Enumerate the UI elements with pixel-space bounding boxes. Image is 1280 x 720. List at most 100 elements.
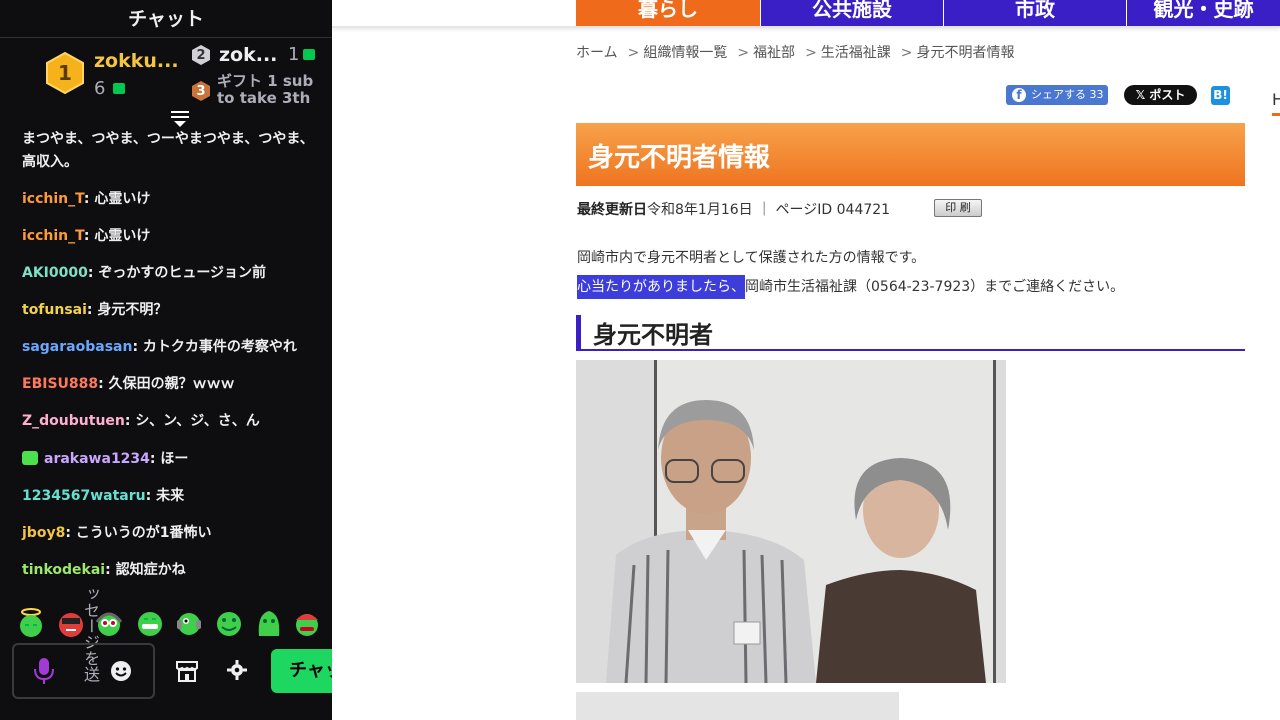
chat-message: sagaraobasan: カトクカ事件の考察やれ [22, 336, 327, 359]
leaderboard-first-count: 6 [94, 78, 106, 99]
chat-message-text: : 認知症かね [105, 562, 186, 578]
facebook-icon: f [1012, 88, 1026, 102]
nav-item-kurashi[interactable]: 暮らし [576, 0, 760, 26]
second-photo [576, 692, 899, 720]
contact-text-rest: 岡崎市生活福祉課（0564-23-7923）までご連絡ください。 [745, 279, 1125, 295]
chat-message-text: : シ、ン、ジ、さ、ん [124, 413, 260, 429]
chat-message: EBISU888: 久保田の親？ｗｗｗ [22, 373, 327, 396]
leaderboard-first-name[interactable]: zokku... [94, 50, 179, 72]
rank-2-badge-icon: 2 [190, 44, 212, 66]
nav-item-city-government[interactable]: 市政 [944, 0, 1126, 26]
x-post-button[interactable]: 𝕏 ポスト [1124, 85, 1197, 105]
emoji-picker-icon[interactable] [110, 660, 132, 682]
selected-text: 心当たりがありましたら、 [577, 275, 745, 299]
chat-username[interactable]: EBISU888 [22, 376, 98, 392]
chat-message-text: : こういうのが1番怖い [65, 525, 212, 541]
nav-item-tourism[interactable]: 観光・史跡 [1127, 0, 1280, 26]
chat-message: Z_doubutuen: シ、ン、ジ、さ、ん [22, 410, 327, 433]
chat-message-text: : カトクカ事件の考察やれ [132, 339, 297, 355]
chat-username[interactable]: icchin_T [22, 228, 84, 244]
x-post-label: ポスト [1149, 88, 1186, 102]
store-icon[interactable] [175, 659, 199, 683]
breadcrumb-link[interactable]: 生活福祉課 [821, 45, 891, 61]
emote-bar [14, 608, 332, 642]
chat-message-text: まつやま、つやま、つーやまつやま、つやま、高収入。 [22, 131, 314, 170]
chat-username[interactable]: icchin_T [22, 191, 84, 207]
chat-message: icchin_T: 心霊いけ [22, 188, 327, 211]
chat-message-text: : 久保田の親？ｗｗｗ [98, 376, 235, 392]
breadcrumb-link[interactable]: ホーム [576, 45, 618, 61]
chat-username[interactable]: Z_doubutuen [22, 413, 125, 429]
chat-message: tofunsai: 身元不明？ [22, 299, 327, 322]
section-heading-text: 身元不明者 [593, 321, 713, 349]
rank-3-badge-icon: 3 [190, 80, 212, 102]
mic-icon[interactable] [32, 657, 56, 685]
subscriber-badge-icon [22, 451, 38, 465]
rank-1-badge-icon: 1 [46, 52, 84, 94]
hatena-bookmark-button[interactable]: B! [1211, 86, 1230, 105]
chat-message-text: : 心霊いけ [83, 228, 151, 244]
gift-icon [303, 49, 315, 60]
chat-username[interactable]: tofunsai [22, 302, 87, 318]
chat-panel: チャット 1 zokku... 6 2 zok... 1 3 ギフト 1 sub… [0, 0, 332, 720]
page-id-label: ページID [775, 202, 833, 218]
page-id: 044721 [836, 202, 891, 218]
chevron-right-icon: > [900, 45, 913, 61]
breadcrumb-link[interactable]: 福祉部 [753, 45, 795, 61]
chat-send-button[interactable]: チャット [271, 649, 332, 693]
halo-emote-icon[interactable] [16, 608, 46, 638]
chat-message: icchin_T: 心霊いけ [22, 225, 327, 248]
gift-icon [113, 83, 125, 94]
print-button[interactable]: 印 刷 [934, 199, 982, 217]
chat-message-text: : ぞっかすのヒュージョン前 [87, 265, 267, 281]
cropped-side-accent [1272, 113, 1280, 116]
updated-label: 最終更新日 [577, 202, 647, 218]
x-logo-icon: 𝕏 [1135, 88, 1150, 102]
cap-emote-icon[interactable] [292, 608, 322, 638]
chat-title: チャット [128, 8, 204, 30]
grin-emote-icon[interactable] [135, 608, 165, 638]
divider: ｜ [752, 202, 776, 218]
chat-message: 1234567wataru: 未来 [22, 485, 327, 508]
gear-icon[interactable] [227, 660, 247, 680]
chat-message: jboy8: こういうのが1番怖い [22, 522, 327, 545]
chat-message: まつやま、つやま、つーやまつやま、つやま、高収入。 [22, 128, 322, 174]
chat-message-text: : ほー [149, 451, 189, 467]
dj-emote-icon[interactable] [174, 608, 204, 638]
chevron-right-icon: > [805, 45, 817, 61]
breadcrumb-current: 身元不明者情報 [916, 45, 1015, 61]
chat-username[interactable]: arakawa1234 [44, 451, 150, 467]
chat-username[interactable]: AKI0000 [22, 265, 88, 281]
chat-message-text: : 未来 [145, 488, 185, 504]
facebook-share-button[interactable]: f シェアする 33 [1006, 85, 1108, 105]
page-meta: 最終更新日令和8年1月16日 ｜ ページID 044721 [577, 199, 890, 219]
chat-message-text: : 身元不明？ [86, 302, 168, 318]
chat-message-text: : 心霊いけ [83, 191, 151, 207]
chat-username[interactable]: jboy8 [22, 525, 65, 541]
updated-date: 令和8年1月16日 [647, 202, 753, 218]
leaderboard-second-name[interactable]: zok... [219, 44, 277, 66]
chat-username[interactable]: tinkodekai [22, 562, 105, 578]
facebook-share-label: シェアする 33 [1031, 88, 1104, 101]
chat-message: tinkodekai: 認知症かね [22, 559, 327, 582]
chat-username[interactable]: sagaraobasan [22, 339, 132, 355]
chevron-right-icon: > [737, 45, 750, 61]
happy-emote-icon[interactable] [214, 608, 244, 638]
smile-emote-icon[interactable] [254, 608, 284, 638]
contact-text: 心当たりがありましたら、岡崎市生活福祉課（0564-23-7923）までご連絡く… [577, 275, 1125, 299]
intro-text: 岡崎市内で身元不明者として保護された方の情報です。 [577, 250, 926, 266]
section-heading: 身元不明者 [576, 315, 1245, 351]
leaderboard-third-prompt[interactable]: ギフト 1 sub to take 3th [217, 73, 327, 107]
page-title-banner: 身元不明者情報 [576, 123, 1245, 186]
leaderboard-second-count: 1 [288, 44, 300, 65]
chat-username[interactable]: 1234567wataru [22, 488, 146, 504]
collapse-leaderboard-icon[interactable] [170, 110, 190, 128]
divider [0, 37, 332, 38]
cropped-side-text: H [1272, 90, 1280, 109]
breadcrumb: ホーム > 組織情報一覧 > 福祉部 > 生活福祉課 > 身元不明者情報 [576, 42, 1019, 62]
chat-message: arakawa1234: ほー [22, 448, 327, 471]
nav-item-facilities[interactable]: 公共施設 [761, 0, 943, 26]
breadcrumb-link[interactable]: 組織情報一覧 [643, 45, 727, 61]
chat-message: AKI0000: ぞっかすのヒュージョン前 [22, 262, 327, 285]
chevron-right-icon: > [627, 45, 640, 61]
